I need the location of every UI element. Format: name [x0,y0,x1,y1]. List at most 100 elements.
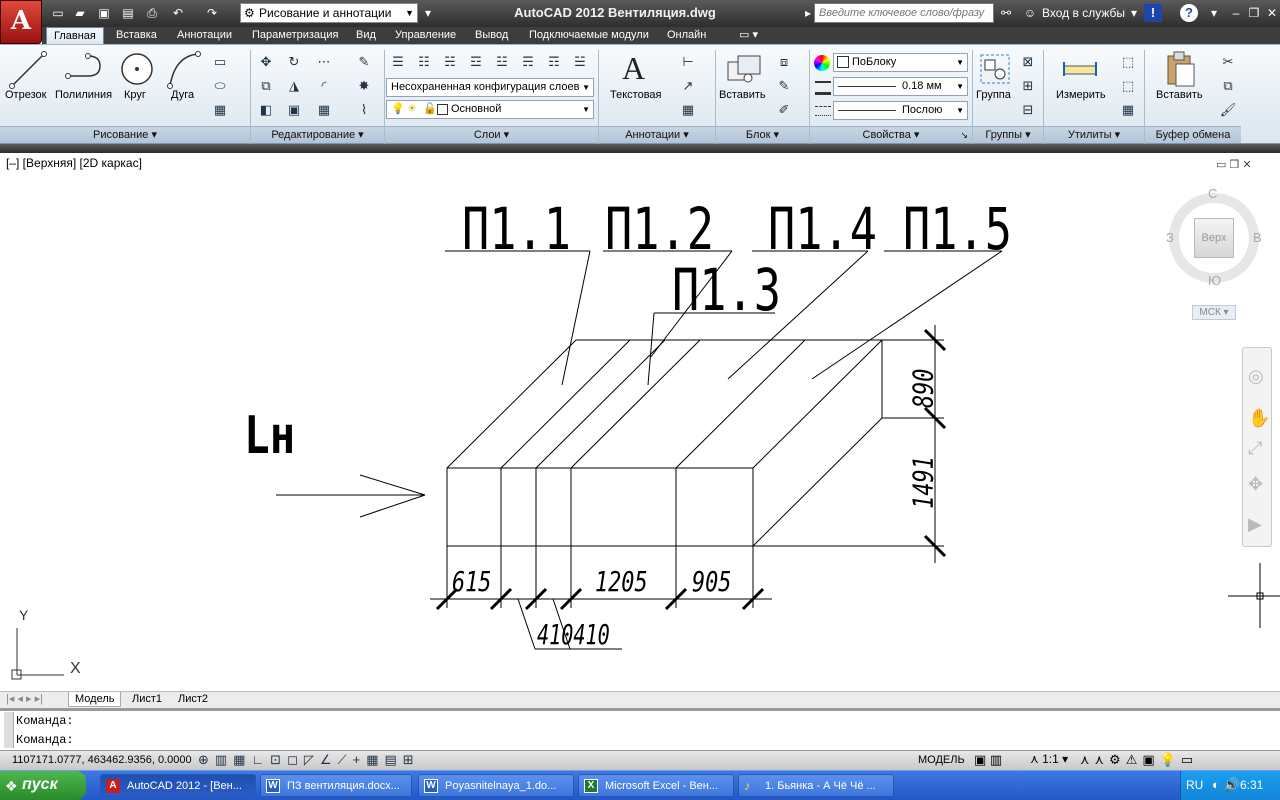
linetype-icon[interactable] [815,106,831,116]
steering-wheel-icon[interactable]: ◎ [1248,366,1264,387]
save-icon[interactable]: ▣ [96,5,112,21]
edit-attributes-icon[interactable]: ✐ [774,100,794,120]
tab-plugins[interactable]: Подключаемые модули [522,27,656,44]
tab-view[interactable]: Вид [349,27,383,44]
linear-dimension-icon[interactable]: ⊢ [678,52,698,72]
insert-button[interactable]: Вставить [719,89,766,101]
coordinates-readout[interactable]: 1107171.0777, 463462.9356, 0.0000 [12,754,192,766]
layer-select[interactable]: 💡 ☀ 🔓 Основной ▼ [386,100,594,119]
layer-isolate-icon[interactable]: ☳ [492,52,512,72]
command-window-grip[interactable] [4,712,14,748]
edit-block-icon[interactable]: ✎ [774,76,794,96]
tab-home[interactable]: Главная [46,27,104,44]
application-menu-button[interactable]: A [0,0,42,44]
binoculars-icon[interactable]: ⚯ [998,5,1014,21]
status-tray-icons[interactable]: ⋏⋏⚙⚠▣💡▭ [1080,752,1198,768]
match-properties-icon[interactable]: 🖌 [1218,100,1238,120]
table-icon[interactable]: ▦ [678,100,698,120]
pan-icon[interactable]: ✋ [1248,408,1270,429]
new-icon[interactable]: ▭ [50,5,66,21]
utilities-panel-title[interactable]: Утилиты ▾ [1044,126,1144,143]
properties-panel-title[interactable]: Свойства ▾ ↘ [810,126,972,143]
tab-insert[interactable]: Вставка [109,27,164,44]
layer-properties-icon[interactable]: ☰ [388,52,408,72]
open-icon[interactable]: ▰ [72,5,88,21]
move-icon[interactable]: ✥ [256,52,276,72]
print-icon[interactable]: ⎙ [144,5,160,21]
annotation-panel-title[interactable]: Аннотации ▾ [599,126,715,143]
polyline-button[interactable]: Полилиния [55,89,112,101]
tray-icons[interactable]: ◐ 🔊 [1212,777,1240,793]
group-button[interactable]: Группа [976,89,1011,101]
paste-button[interactable]: Вставить [1156,89,1203,101]
cut-icon[interactable]: ✂ [1218,52,1238,72]
layer-match-icon[interactable]: ☵ [440,52,460,72]
paste-icon[interactable] [1164,50,1198,88]
arc-button[interactable]: Дуга [171,89,194,101]
quick-select-icon[interactable]: ⬚ [1118,52,1138,72]
draw-panel-title[interactable]: Рисование ▾ [0,126,250,143]
ucs-menu[interactable]: МСК ▾ [1192,305,1236,320]
explode-icon[interactable]: ✸ [354,76,374,96]
layout-quickview-icons[interactable]: ▣ ▥ [974,752,1002,768]
showmotion-icon[interactable]: ▶ [1248,514,1262,535]
redo-icon[interactable]: ↷ [204,5,220,21]
taskbar-item-word2[interactable]: Poyasnitelnaya_1.do... [418,774,574,797]
viewcube-south[interactable]: Ю [1208,273,1221,288]
taskbar-item-player[interactable]: 1. Бьянка - А Чё Чё ... [738,774,894,797]
minimize-icon[interactable]: – [1228,5,1244,21]
clock[interactable]: 6:31 [1240,778,1263,792]
language-indicator[interactable]: RU [1186,778,1203,792]
viewcube-north[interactable]: С [1208,186,1217,201]
annotation-scale[interactable]: ⋏ 1:1 ▾ [1030,752,1068,766]
clipboard-panel-title[interactable]: Буфер обмена [1145,126,1241,143]
erase-icon[interactable]: ✎ [354,52,374,72]
block-panel-title[interactable]: Блок ▾ [716,126,809,143]
close-icon[interactable]: ✕ [1264,5,1280,21]
search-input[interactable]: Введите ключевое слово/фразу [814,3,994,23]
orbit-icon[interactable]: ✥ [1248,474,1263,495]
stretch-icon[interactable]: ◧ [256,100,276,120]
layer-off-icon[interactable]: ☶ [544,52,564,72]
group-icon[interactable] [978,52,1014,88]
sign-in-link[interactable]: Вход в службы [1042,6,1125,20]
layer-lock-icon[interactable]: ☱ [570,52,590,72]
restore-icon[interactable]: ❐ [1246,5,1262,21]
hatch-icon[interactable]: ⬭ [210,76,230,96]
groups-panel-title[interactable]: Группы ▾ [973,126,1043,143]
save-as-icon[interactable]: ▤ [120,5,136,21]
measure-button[interactable]: Измерить [1056,89,1106,101]
color-select[interactable]: ПоБлоку ▼ [833,53,968,72]
zoom-icon[interactable]: ⤢ [1248,438,1262,459]
viewcube-east[interactable]: В [1253,230,1262,245]
workspace-select[interactable]: ⚙ Рисование и аннотации ▼ [240,3,418,23]
exchange-icon[interactable]: ! [1144,4,1162,22]
tab-output[interactable]: Вывод [468,27,515,44]
start-button[interactable]: ❖ пуск [0,771,86,800]
text-button[interactable]: Текстовая [610,89,661,101]
line-button[interactable]: Отрезок [5,89,46,101]
rotate-icon[interactable]: ↻ [284,52,304,72]
lineweight-select[interactable]: 0.18 мм ▼ [833,77,968,96]
tab-online[interactable]: Онлайн [660,27,713,44]
insert-block-icon[interactable] [724,52,764,88]
ribbon-toggle-icon[interactable]: ▭ ▾ [732,27,765,44]
leader-icon[interactable]: ↗ [678,76,698,96]
copy-icon[interactable]: ⧉ [256,76,276,96]
tab-model[interactable]: Модель [68,692,122,707]
command-input[interactable]: Команда: [16,733,74,747]
scale-icon[interactable]: ▣ [284,100,304,120]
taskbar-item-excel[interactable]: Microsoft Excel - Вен... [578,774,734,797]
group-select-icon[interactable]: ⊟ [1018,100,1038,120]
tab-parametric[interactable]: Параметризация [245,27,345,44]
help-icon[interactable]: ? [1180,4,1198,22]
tab-manage[interactable]: Управление [388,27,463,44]
viewcube-face[interactable]: Верх [1194,218,1234,258]
text-icon[interactable]: A [622,50,645,87]
layer-state-select[interactable]: Несохраненная конфигурация слоев ▼ [386,78,594,97]
drafting-mode-toggles[interactable]: ⊕▥▦∟⊡◻◸∠⟋+▦▤⊞ [198,752,420,768]
command-window[interactable] [0,708,1280,750]
viewcube-west[interactable]: З [1166,230,1174,245]
tab-annotate[interactable]: Аннотации [170,27,239,44]
boundary-icon[interactable]: ▦ [210,100,230,120]
